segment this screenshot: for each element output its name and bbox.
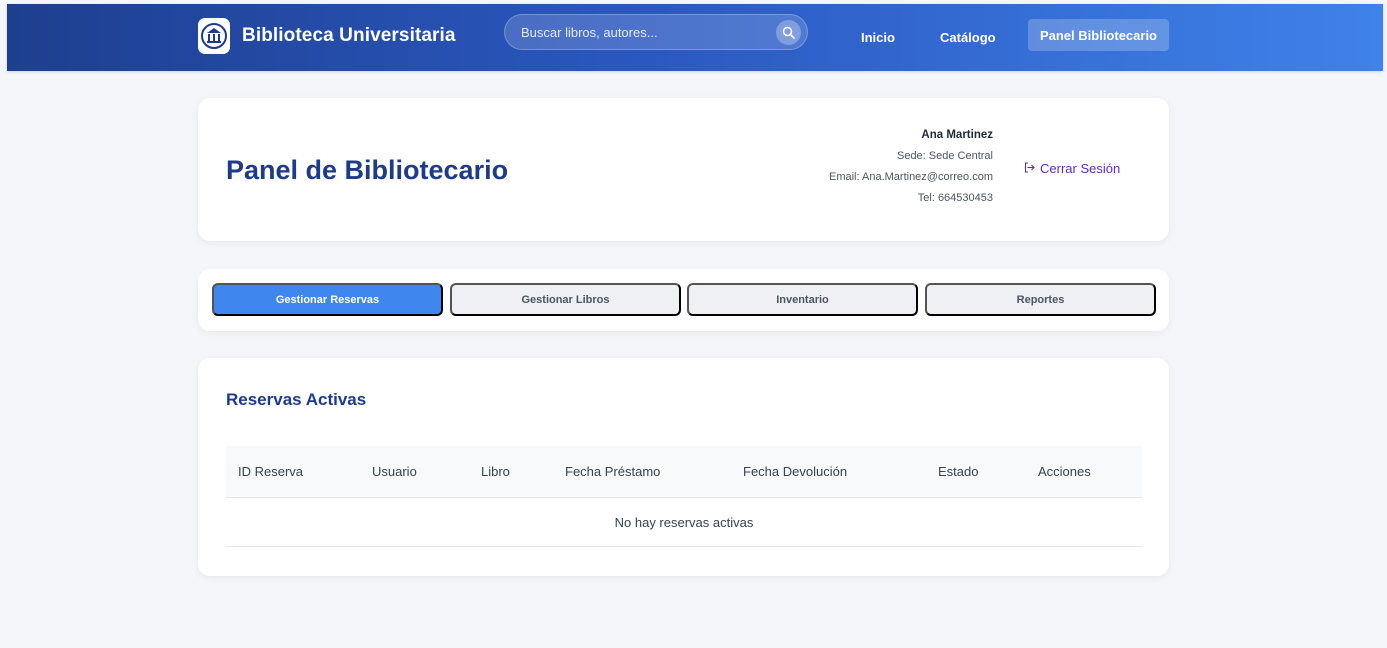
user-sede: Sede: Sede Central: [896, 150, 993, 162]
empty-state-row: No hay reservas activas: [226, 498, 1142, 547]
search-input[interactable]: [521, 15, 761, 49]
logout-label: Cerrar Sesión: [1040, 161, 1121, 176]
profile-card: Panel de Bibliotecario Ana Martinez Sede…: [198, 98, 1169, 241]
top-navbar: Biblioteca Universitaria Inicio Catálogo…: [7, 4, 1383, 71]
nav-catalogo[interactable]: Catálogo: [940, 30, 996, 45]
brand-title: Biblioteca Universitaria: [242, 25, 456, 46]
user-name: Ana Martinez: [921, 129, 993, 141]
tab-gestionar-libros[interactable]: Gestionar Libros: [450, 283, 681, 316]
search-bar: [504, 14, 808, 50]
panel-tabs: Gestionar Reservas Gestionar Libros Inve…: [198, 269, 1169, 331]
column-header: Usuario: [372, 464, 417, 479]
column-header: Acciones: [1038, 464, 1091, 479]
app-frame: Biblioteca Universitaria Inicio Catálogo…: [7, 4, 1383, 648]
section-title: Reservas Activas: [226, 390, 367, 409]
column-header: Libro: [481, 464, 510, 479]
logout-button[interactable]: Cerrar Sesión: [1024, 161, 1120, 176]
empty-message: No hay reservas activas: [614, 514, 754, 530]
user-info: Ana Martinez Sede: Sede Central Email: A…: [829, 125, 993, 209]
library-building-icon: [198, 18, 230, 54]
column-header: Fecha Préstamo: [565, 464, 661, 479]
nav-panel-bibliotecario[interactable]: Panel Bibliotecario: [1028, 19, 1169, 51]
column-header: Estado: [938, 464, 979, 479]
logout-icon: [1024, 161, 1035, 176]
user-email: Email: Ana.Martinez@correo.com: [828, 171, 993, 183]
tab-inventario[interactable]: Inventario: [687, 283, 918, 316]
search-icon[interactable]: [776, 20, 801, 45]
reservations-card: Reservas Activas ID Reserva Usuario Libr…: [198, 358, 1169, 576]
page-title: Panel de Bibliotecario: [226, 155, 509, 185]
column-header: ID Reserva: [238, 464, 304, 479]
table-header: ID Reserva Usuario Libro Fecha Préstamo …: [226, 446, 1142, 498]
user-phone: Tel: 664530453: [917, 192, 993, 204]
column-header: Fecha Devolución: [743, 464, 848, 479]
tab-gestionar-reservas[interactable]: Gestionar Reservas: [212, 283, 443, 316]
reservations-table: ID Reserva Usuario Libro Fecha Préstamo …: [226, 446, 1142, 547]
nav-inicio[interactable]: Inicio: [861, 30, 895, 45]
brand[interactable]: Biblioteca Universitaria: [198, 13, 456, 59]
tab-reportes[interactable]: Reportes: [925, 283, 1156, 316]
